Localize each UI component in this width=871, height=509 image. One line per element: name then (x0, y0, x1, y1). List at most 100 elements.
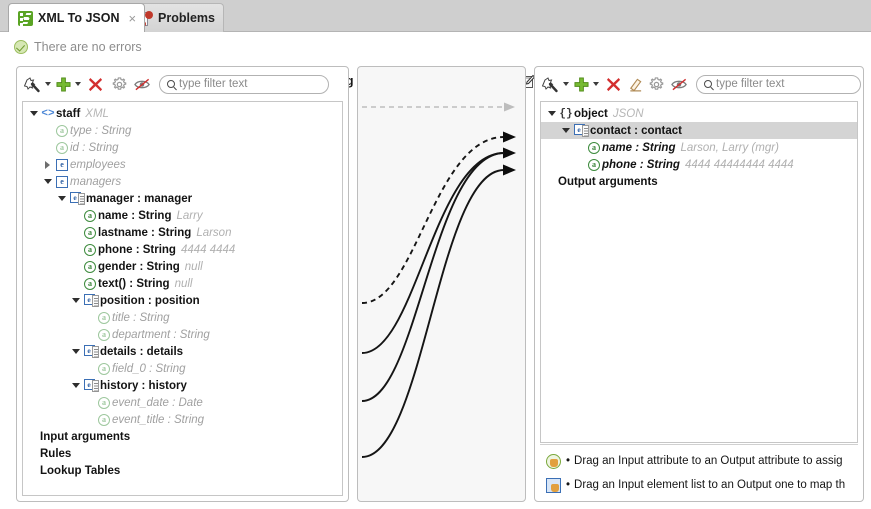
tree-row[interactable]: adepartment : String (23, 326, 342, 343)
attribute-icon-pale: a (96, 414, 112, 426)
tree-row[interactable]: emanagers (23, 173, 342, 190)
tree-row-label: field_0 : String (112, 363, 186, 375)
chevron-right-icon[interactable] (41, 161, 54, 169)
tree-row-value: Larson, Larry (mgr) (680, 142, 778, 154)
wand-icon[interactable] (23, 74, 42, 94)
tree-row[interactable]: aid : String (23, 139, 342, 156)
hide-eye-icon[interactable] (670, 74, 689, 94)
hint-item: •Drag an Input attribute to an Output at… (540, 449, 858, 473)
tree-row-label: staff (56, 108, 80, 120)
tree-row[interactable]: edetails : details (23, 343, 342, 360)
chevron-down-icon[interactable] (559, 128, 572, 133)
search-input[interactable]: type filter text (696, 75, 861, 94)
chevron-down-icon[interactable] (55, 196, 68, 201)
tree-row[interactable]: eposition : position (23, 292, 342, 309)
tree-row[interactable]: aname : String Larson, Larry (mgr) (541, 139, 857, 156)
attribute-icon: a (82, 278, 98, 290)
tree-row[interactable]: aname : StringLarry (23, 207, 342, 224)
delete-red-x-icon[interactable] (87, 74, 104, 94)
attribute-icon: a (82, 210, 98, 222)
close-icon[interactable]: × (129, 12, 137, 25)
tree-row[interactable]: <>staffXML (23, 105, 342, 122)
attribute-icon-pale: a (54, 125, 70, 137)
tree-footer-item[interactable]: Rules (23, 445, 342, 462)
xml-to-json-icon (18, 11, 33, 26)
element-list-icon: e (82, 379, 100, 392)
tree-row[interactable]: eemployees (23, 156, 342, 173)
tree-row-label: manager : manager (86, 193, 192, 205)
chevron-down-icon[interactable] (563, 82, 569, 86)
attribute-icon-pale: a (96, 312, 112, 324)
output-tree[interactable]: {}objectJSONecontact : contactaname : St… (540, 101, 858, 443)
search-icon (167, 80, 175, 88)
search-input[interactable]: type filter text (159, 75, 329, 94)
tree-row[interactable]: aevent_title : String (23, 411, 342, 428)
tree-footer-item[interactable]: Lookup Tables (23, 462, 342, 479)
input-tree[interactable]: <>staffXMLatype : Stringaid : Stringeemp… (22, 101, 343, 496)
add-plus-icon[interactable] (55, 74, 72, 94)
tree-row[interactable]: aphone : String4444 4444 (23, 241, 342, 258)
tree-row-label: event_date : Date (112, 397, 203, 409)
tree-footer-item[interactable]: Input arguments (23, 428, 342, 445)
hint-item: •Drag an Input element list to an Output… (540, 473, 858, 496)
tree-footer-item[interactable]: Output arguments (541, 173, 857, 190)
delete-red-x-icon[interactable] (605, 74, 622, 94)
chevron-down-icon[interactable] (69, 349, 82, 354)
eraser-icon[interactable] (627, 74, 644, 94)
header-toolbar: There are no errors Element Mapping Fore… (0, 32, 871, 64)
chevron-down-icon[interactable] (545, 111, 558, 116)
tree-row[interactable]: afield_0 : String (23, 360, 342, 377)
gear-icon[interactable] (111, 74, 128, 94)
tree-row[interactable]: aevent_date : Date (23, 394, 342, 411)
tree-row[interactable]: atext() : Stringnull (23, 275, 342, 292)
wand-icon[interactable] (541, 74, 560, 94)
tree-row[interactable]: aphone : String4444 44444444 4444 (541, 156, 857, 173)
attribute-icon: a (82, 244, 98, 256)
attribute-icon: a (586, 142, 602, 154)
hint-text: Drag an Input attribute to an Output att… (574, 455, 843, 467)
chevron-down-icon[interactable] (75, 82, 81, 86)
code-icon: <> (40, 108, 56, 120)
tree-row[interactable]: agender : String null (23, 258, 342, 275)
tree-row-label: gender : String (98, 261, 180, 273)
chevron-down-icon[interactable] (41, 179, 54, 184)
tree-row-label: event_title : String (112, 414, 204, 426)
tree-row-value: null (185, 261, 203, 273)
attribute-icon: a (82, 261, 98, 273)
drag-attribute-icon (540, 454, 566, 469)
add-plus-icon[interactable] (573, 74, 590, 94)
tree-row-label: department : String (112, 329, 210, 341)
status-badge: There are no errors (14, 40, 142, 54)
tree-row[interactable]: {}objectJSON (541, 105, 857, 122)
tree-row-label: type : String (70, 125, 131, 137)
attribute-icon-pale: a (54, 142, 70, 154)
tree-row-label: name : String (602, 142, 675, 154)
tab-xml-to-json[interactable]: XML To JSON × (8, 3, 145, 32)
chevron-down-icon[interactable] (27, 111, 40, 116)
tree-row-label: details : details (100, 346, 183, 358)
mapping-connector-panel[interactable] (357, 66, 526, 502)
tree-row[interactable]: atype : String (23, 122, 342, 139)
gear-icon[interactable] (648, 74, 665, 94)
chevron-down-icon[interactable] (69, 298, 82, 303)
element-list-icon: e (68, 192, 86, 205)
chevron-down-icon[interactable] (45, 82, 51, 86)
tree-row[interactable]: alastname : StringLarson (23, 224, 342, 241)
chevron-down-icon[interactable] (69, 383, 82, 388)
tree-row-label: employees (70, 159, 126, 171)
input-panel-toolbar: type filter text (17, 67, 348, 101)
tree-row[interactable]: emanager : manager (23, 190, 342, 207)
tree-row-label: phone : String (602, 159, 680, 171)
tree-row[interactable]: atitle : String (23, 309, 342, 326)
hide-eye-icon[interactable] (133, 74, 152, 94)
tree-row-label: managers (70, 176, 121, 188)
tree-row[interactable]: econtact : contact (541, 122, 857, 139)
chevron-down-icon[interactable] (593, 82, 599, 86)
tab-label: Problems (158, 11, 215, 25)
tree-row[interactable]: ehistory : history (23, 377, 342, 394)
bullet-icon: • (566, 479, 570, 491)
drag-element-icon (540, 478, 566, 493)
output-tree-panel: type filter text {}objectJSONecontact : … (534, 66, 864, 502)
tree-row-type: JSON (613, 108, 644, 120)
tree-row-label: contact : contact (590, 125, 682, 137)
